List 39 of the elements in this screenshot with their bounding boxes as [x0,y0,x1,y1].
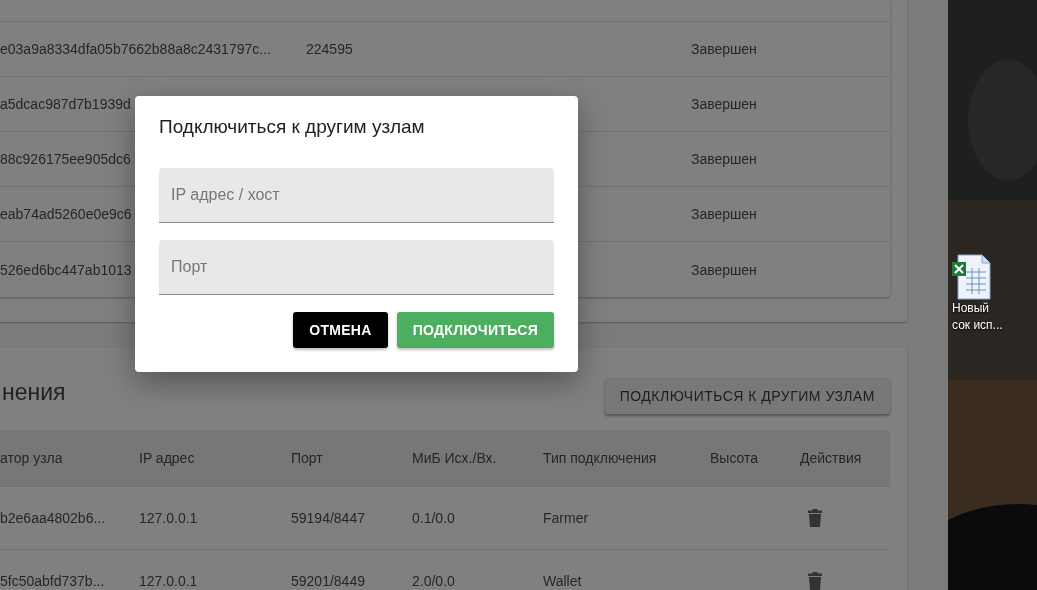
table-cell: 526ed6bc447ab1013 [0,261,132,278]
table-cell: eab74ad5260e0e9c6 [0,206,132,222]
table-cell-text: Завершен [691,41,758,57]
input-field[interactable]: IP адрес / хост [159,168,554,223]
column-header: Порт [291,450,324,466]
table-cell: 88c926175ee905dc6 [0,151,131,167]
icon-label[interactable]: сок исп... [952,317,1003,334]
column-header: Тип подключения [543,450,658,466]
table-cell-text: 0.1/0.0 [412,510,456,526]
table-cell-text: 5fc50abfd737b... [0,573,106,589]
column-header: Высота [710,450,760,466]
table-cell-text: Завершен [691,151,758,167]
table-cell-text: 59194/8447 [291,510,366,526]
column-header: МиБ Исх./Вх. [412,450,498,466]
table-cell-text: Wallet [543,573,583,589]
table-cell-text: Завершен [691,96,758,112]
table-cell-text: 2.0/0.0 [412,573,456,589]
table-cell-text: 59201/8449 [291,573,366,589]
cancel-button[interactable]: ОТМЕНА [293,312,388,348]
table-cell: e03a9a8334dfa05b7662b88a8c2431797c... [0,41,271,57]
column-header: IP адрес [139,450,196,466]
trash-icon[interactable] [808,572,822,590]
icon-label[interactable]: Новый [952,300,1003,317]
table-cell-text: Завершен [691,261,758,278]
table-cell-text: 127.0.0.1 [139,573,199,589]
connect-button[interactable]: ПОДКЛЮЧИТЬСЯ К ДРУГИМ УЗЛАМ [604,378,890,414]
trash-icon[interactable] [808,509,822,527]
dialog-title: Подключиться к другим узлам [159,116,426,139]
column-header: Действия [800,450,863,466]
spreadsheet-file-icon[interactable] [952,254,992,300]
table-cell-text: b2e6aa4802b6... [0,510,107,526]
table-cell-text: 127.0.0.1 [139,510,199,526]
table-cell: a5dcac987d7b1939d [0,96,131,112]
column-header: атор узла [0,450,64,466]
table-cell-text: Farmer [543,510,590,526]
input-field[interactable]: Порт [159,240,554,295]
table-cell-text: 224595 [306,41,354,57]
section-title: нения [2,378,66,406]
table-cell-text: Завершен [691,206,758,222]
